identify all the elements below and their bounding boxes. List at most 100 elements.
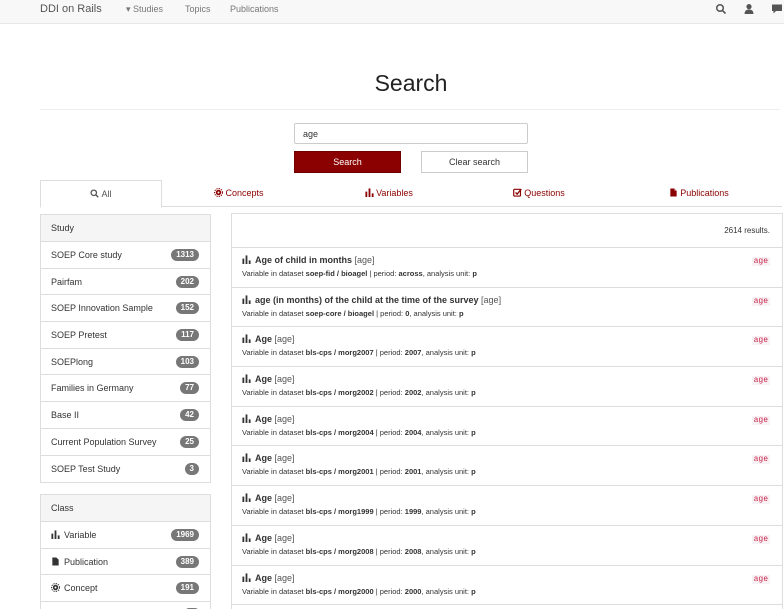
nav-publications-link[interactable]: Publications — [230, 4, 279, 14]
result-title[interactable]: Age [age] — [242, 334, 772, 344]
count-badge: 25 — [180, 435, 199, 448]
facet-item[interactable]: SOEP Core study 1313 — [41, 242, 210, 269]
nav-topics-link[interactable]: Topics — [185, 4, 211, 14]
period-value: 2008 — [404, 546, 422, 556]
facet-item[interactable]: Current Population Survey 25 — [41, 429, 210, 456]
result-label[interactable]: Age — [255, 453, 272, 463]
period-value: 2002 — [404, 388, 422, 398]
result-item[interactable]: Age of child in months [age] Variable in… — [232, 248, 782, 288]
result-meta: Variable in dataset soep-core / bioagel … — [242, 309, 772, 318]
meta-prefix: Variable in dataset — [242, 586, 304, 596]
result-title[interactable]: age (in months) of the child at the time… — [242, 295, 772, 305]
result-title[interactable]: Age [age] — [242, 453, 772, 463]
panel-heading: Study — [41, 215, 210, 242]
result-label[interactable]: age (in months) of the child at the time… — [255, 295, 479, 305]
facet-item[interactable]: SOEP Test Study 3 — [41, 456, 210, 483]
bar-chart-icon — [242, 255, 251, 264]
meta-prefix: Variable in dataset — [242, 388, 304, 398]
divider — [40, 109, 780, 110]
dataset-name[interactable]: bls-cps / morg2001 — [306, 467, 374, 476]
result-label[interactable]: Age — [255, 334, 272, 344]
tab-concepts[interactable]: Concepts — [165, 180, 313, 207]
result-title[interactable]: Age [age] — [242, 533, 772, 543]
result-tabs: All Concepts Variables Questions Publica… — [40, 180, 782, 208]
result-title[interactable]: Age [age] — [242, 573, 772, 583]
result-item[interactable]: age (in months) of the child at the time… — [232, 288, 782, 328]
count-badge: 103 — [175, 355, 199, 368]
count-badge: 42 — [180, 409, 199, 422]
search-button[interactable]: Search — [294, 151, 401, 173]
count-badge: 3 — [184, 462, 199, 475]
meta-unit-label: , analysis unit: — [421, 348, 469, 358]
result-title[interactable]: Age [age] — [242, 374, 772, 384]
result-label[interactable]: Age — [255, 573, 272, 583]
facet-item[interactable]: Variable 1969 — [41, 522, 210, 549]
result-label[interactable]: Age — [255, 533, 272, 543]
result-title[interactable]: Age [age] — [242, 414, 772, 424]
dataset-name[interactable]: soep-fid / bioagel — [306, 269, 368, 278]
match-tag: age — [751, 376, 770, 386]
brand-link[interactable]: DDI on Rails — [40, 3, 102, 15]
variable-name: [age] — [274, 413, 295, 424]
comment-icon[interactable] — [771, 3, 783, 15]
match-tag: age — [751, 257, 770, 266]
facet-item[interactable]: Concept 191 — [41, 575, 210, 603]
result-meta: Variable in dataset bls-cps / morg2008 |… — [242, 547, 772, 556]
dataset-name[interactable]: bls-cps / morg2008 — [306, 547, 374, 556]
period-value: 2000 — [404, 586, 422, 596]
search-icon[interactable] — [715, 3, 727, 15]
tab-variables[interactable]: Variables — [315, 180, 463, 207]
result-title[interactable]: Age of child in months [age] — [242, 255, 772, 265]
facet-item[interactable]: Pairfam 202 — [41, 269, 210, 296]
result-item[interactable]: Age [age] Variable in dataset bls-cps / … — [232, 407, 782, 447]
dataset-name[interactable]: bls-cps / morg2004 — [306, 428, 374, 437]
result-item[interactable]: Age [age] Variable in dataset bls-cps / … — [232, 446, 782, 487]
nav-studies-dropdown[interactable]: ▾ Studies — [126, 4, 163, 15]
user-icon[interactable] — [743, 3, 755, 15]
cog-icon — [50, 583, 61, 593]
analysis-unit-value: p — [471, 388, 476, 398]
file-icon — [670, 188, 677, 197]
tab-all[interactable]: All — [40, 180, 162, 208]
bar-chart-icon — [242, 453, 251, 463]
dataset-name[interactable]: bls-cps / morg2002 — [306, 388, 374, 397]
result-item[interactable]: Age [age] Variable in dataset bls-cps / … — [232, 327, 782, 368]
facet-item[interactable]: Publication 389 — [41, 549, 210, 576]
analysis-unit-value: p — [471, 507, 476, 517]
result-item[interactable]: Age [age] Variable in dataset bls-cps / … — [232, 486, 782, 526]
bar-chart-icon — [242, 414, 251, 423]
facet-item[interactable] — [41, 602, 210, 609]
facet-item[interactable]: SOEP Innovation Sample 152 — [41, 295, 210, 323]
tab-questions[interactable]: Questions — [465, 180, 613, 207]
analysis-unit-value: p — [471, 546, 476, 556]
count-badge: 77 — [180, 382, 199, 395]
meta-period-label: | period: — [375, 586, 403, 596]
meta-unit-label: , analysis unit: — [421, 586, 469, 596]
result-item[interactable]: Age [age] Variable in dataset bls-cps / … — [232, 367, 782, 407]
facet-item[interactable]: SOEP Pretest 117 — [41, 322, 210, 349]
clear-search-button[interactable]: Clear search — [421, 151, 528, 173]
result-label[interactable]: Age of child in months — [255, 255, 352, 265]
search-input[interactable] — [294, 123, 528, 144]
dataset-name[interactable]: bls-cps / morg2007 — [306, 348, 374, 357]
result-item[interactable]: Age [age] Variable in dataset bls-cps / … — [232, 566, 782, 606]
facet-item[interactable]: Base II 42 — [41, 402, 210, 429]
top-navbar: DDI on Rails ▾ Studies Topics Publicatio… — [0, 0, 784, 24]
tab-publications[interactable]: Publications — [625, 180, 773, 207]
dataset-name[interactable]: bls-cps / morg1999 — [306, 507, 374, 516]
dataset-name[interactable]: bls-cps / morg2000 — [306, 587, 374, 596]
facet-item[interactable]: Families in Germany 77 — [41, 375, 210, 403]
results-list: Age of child in months [age] Variable in… — [232, 248, 782, 606]
result-label[interactable]: Age — [255, 374, 272, 384]
result-item[interactable]: Age [age] Variable in dataset bls-cps / … — [232, 526, 782, 566]
result-title[interactable]: Age [age] — [242, 493, 772, 503]
period-value: 1999 — [404, 507, 422, 517]
result-label[interactable]: Age — [255, 414, 272, 424]
facet-item[interactable]: SOEPlong 103 — [41, 349, 210, 376]
analysis-unit-value: p — [472, 269, 477, 278]
meta-unit-label: , analysis unit: — [409, 308, 457, 318]
bar-chart-icon — [242, 493, 251, 503]
dataset-name[interactable]: soep-core / bioagel — [306, 309, 374, 318]
bar-chart-icon — [242, 334, 251, 344]
result-label[interactable]: Age — [255, 493, 272, 503]
